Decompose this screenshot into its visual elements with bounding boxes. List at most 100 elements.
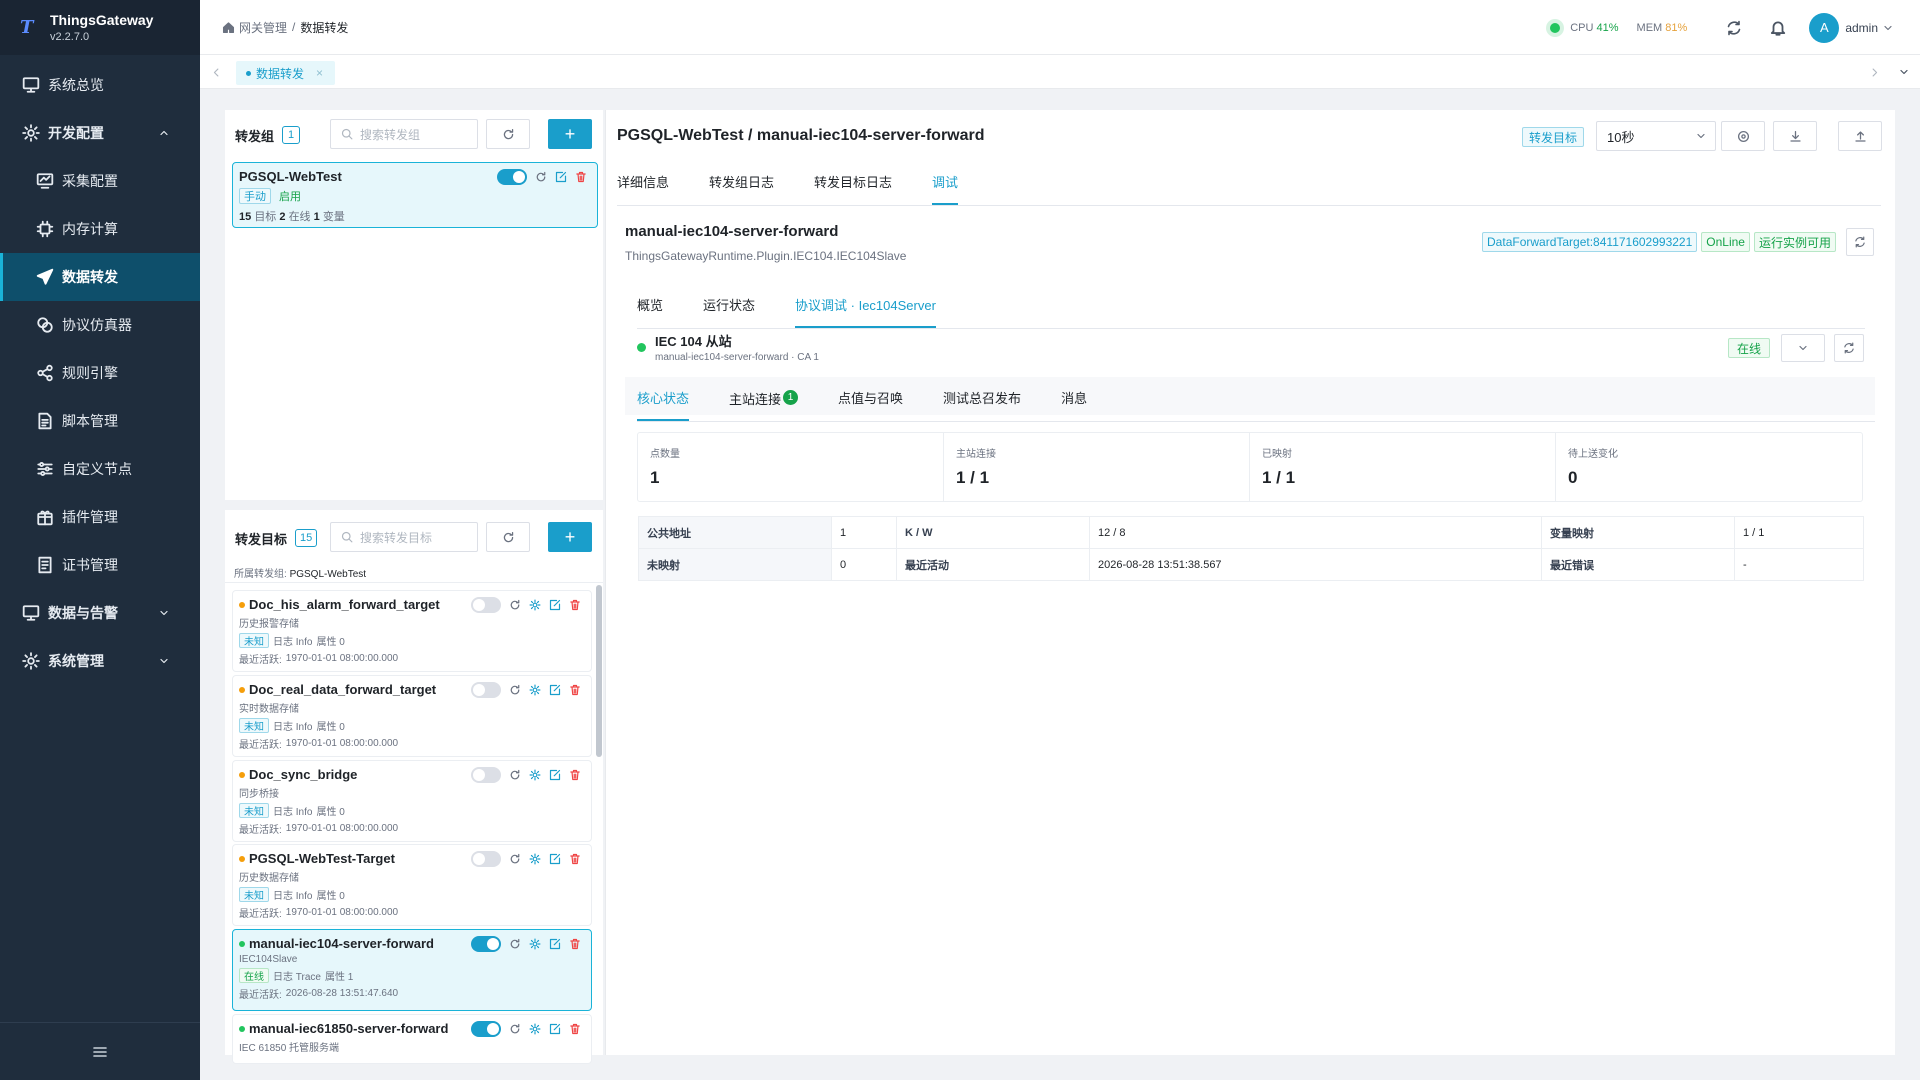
target-refresh-action[interactable]: [505, 682, 525, 698]
target-settings-action[interactable]: [525, 682, 545, 698]
target-delete-action[interactable]: [565, 767, 585, 783]
sidebar-item-rule-engine[interactable]: 规则引擎: [0, 349, 200, 397]
user-name[interactable]: admin: [1845, 21, 1878, 35]
target-enable-toggle[interactable]: [471, 767, 501, 783]
target-edit-action[interactable]: [545, 1021, 565, 1037]
core-tab-messages[interactable]: 消息: [1061, 388, 1087, 421]
group-search-input[interactable]: 搜索转发组: [330, 119, 478, 149]
sidebar-item-plugins[interactable]: 插件管理: [0, 493, 200, 541]
station-expand-button[interactable]: [1781, 334, 1825, 362]
tab-debug[interactable]: 调试: [932, 172, 959, 205]
target-refresh-button[interactable]: [486, 522, 530, 552]
refresh-interval-select[interactable]: 10秒: [1596, 121, 1716, 151]
core-tab-master-conn[interactable]: 主站连接 1: [729, 388, 799, 421]
tab-details[interactable]: 详细信息: [617, 172, 669, 205]
stat-label: 已映射: [1262, 449, 1292, 460]
target-refresh-action[interactable]: [505, 597, 525, 613]
sidebar-item-dev-config[interactable]: 开发配置: [0, 109, 200, 157]
sidebar-item-certificates[interactable]: 证书管理: [0, 541, 200, 589]
sidebar-item-scripts[interactable]: 脚本管理: [0, 397, 200, 445]
group-edit-action[interactable]: [551, 169, 571, 185]
target-edit-action[interactable]: [545, 767, 565, 783]
sidebar-item-data-alarm[interactable]: 数据与告警: [0, 589, 200, 637]
target-enable-toggle[interactable]: [471, 936, 501, 952]
group-card[interactable]: PGSQL-WebTest 手动 启用 15 目标 2 在线 1 变量: [232, 162, 598, 228]
breadcrumb-item[interactable]: 网关管理: [239, 19, 287, 36]
notifications-button[interactable]: [1761, 11, 1795, 45]
target-refresh-action[interactable]: [505, 936, 525, 952]
download-button[interactable]: [1773, 121, 1817, 151]
target-log-level: 日志 Info: [273, 891, 313, 902]
subtab-protocol-debug[interactable]: 协议调试 · Iec104Server: [795, 295, 936, 328]
tabs-menu-button[interactable]: [1894, 55, 1914, 89]
target-refresh-action[interactable]: [505, 1021, 525, 1037]
target-enable-toggle[interactable]: [471, 1021, 501, 1037]
target-edit-action[interactable]: [545, 851, 565, 867]
sidebar-item-custom-nodes[interactable]: 自定义节点: [0, 445, 200, 493]
avatar[interactable]: A: [1809, 12, 1840, 43]
target-search-input[interactable]: 搜索转发目标: [330, 522, 478, 552]
sidebar-item-collect-config[interactable]: 采集配置: [0, 157, 200, 205]
tab-close-icon[interactable]: ×: [316, 66, 323, 80]
page-tab-data-forward[interactable]: 数据转发 ×: [236, 61, 336, 85]
target-enable-toggle[interactable]: [471, 851, 501, 867]
core-tab-points[interactable]: 点值与召唤: [838, 388, 903, 421]
subtab-overview[interactable]: 概览: [637, 295, 663, 328]
sidebar-item-simulator[interactable]: 协议仿真器: [0, 301, 200, 349]
target-card[interactable]: Doc_real_data_forward_target 实时数据存储 未知 日志 I…: [232, 675, 592, 757]
group-add-button[interactable]: +: [548, 119, 592, 149]
target-refresh-detail-button[interactable]: [1846, 228, 1874, 256]
target-card[interactable]: Doc_sync_bridge 同步桥接 未知 日志 Info 属性 0 最近活跃: 197…: [232, 760, 592, 842]
target-enable-toggle[interactable]: [471, 682, 501, 698]
tab-target-log[interactable]: 转发目标日志: [814, 172, 892, 205]
targets-scrollbar[interactable]: [596, 585, 602, 757]
gear-icon: [22, 124, 40, 142]
tab-group-log[interactable]: 转发组日志: [709, 172, 774, 205]
target-settings-action[interactable]: [525, 851, 545, 867]
group-refresh-action[interactable]: [531, 169, 551, 185]
target-delete-action[interactable]: [565, 597, 585, 613]
sidebar-item-data-forward[interactable]: 数据转发: [0, 253, 200, 301]
target-refresh-action[interactable]: [505, 767, 525, 783]
tabs-scroll-left[interactable]: [206, 55, 226, 89]
target-card[interactable]: PGSQL-WebTest-Target 历史数据存储 未知 日志 Info 属性 0 最…: [232, 844, 592, 926]
refresh-button[interactable]: [1717, 11, 1751, 45]
target-delete-action[interactable]: [565, 851, 585, 867]
target-delete-action[interactable]: [565, 1021, 585, 1037]
target-status-dot: [239, 686, 245, 693]
auto-refresh-button[interactable]: [1721, 121, 1765, 151]
sidebar-item-system[interactable]: 系统管理: [0, 637, 200, 685]
target-settings-action[interactable]: [525, 767, 545, 783]
target-add-button[interactable]: +: [548, 522, 592, 552]
core-tab-publish[interactable]: 测试总召发布: [943, 388, 1021, 421]
target-card[interactable]: manual-iec61850-server-forward IEC 61850 …: [232, 1014, 592, 1064]
target-enable-toggle[interactable]: [471, 597, 501, 613]
subtab-runtime[interactable]: 运行状态: [703, 295, 755, 328]
target-delete-action[interactable]: [565, 682, 585, 698]
interval-value: 10秒: [1607, 129, 1635, 145]
target-card[interactable]: manual-iec104-server-forward IEC104Slave 在…: [232, 929, 592, 1011]
target-delete-action[interactable]: [565, 936, 585, 952]
group-refresh-button[interactable]: [486, 119, 530, 149]
target-card[interactable]: Doc_his_alarm_forward_target 历史报警存储 未知 日志 I…: [232, 590, 592, 672]
upload-button[interactable]: [1838, 121, 1882, 151]
target-settings-action[interactable]: [525, 597, 545, 613]
sidebar-item-overview[interactable]: 系统总览: [0, 61, 200, 109]
target-edit-action[interactable]: [545, 936, 565, 952]
group-delete-action[interactable]: [571, 169, 591, 185]
target-settings-action[interactable]: [525, 936, 545, 952]
target-name: Doc_his_alarm_forward_target: [249, 597, 440, 612]
breadcrumb-separator: /: [292, 20, 296, 34]
target-edit-action[interactable]: [545, 682, 565, 698]
target-settings-action[interactable]: [525, 1021, 545, 1037]
tabs-scroll-right[interactable]: [1864, 55, 1884, 89]
chevron-down-icon[interactable]: [1882, 22, 1894, 34]
station-refresh-button[interactable]: [1834, 334, 1864, 362]
group-enable-toggle[interactable]: [497, 169, 527, 185]
target-refresh-action[interactable]: [505, 851, 525, 867]
sidebar-collapse-button[interactable]: [0, 1022, 200, 1080]
core-tab-status[interactable]: 核心状态: [637, 388, 690, 421]
sidebar-item-memory-compute[interactable]: 内存计算: [0, 205, 200, 253]
target-edit-action[interactable]: [545, 597, 565, 613]
gear-icon: [529, 1023, 541, 1035]
